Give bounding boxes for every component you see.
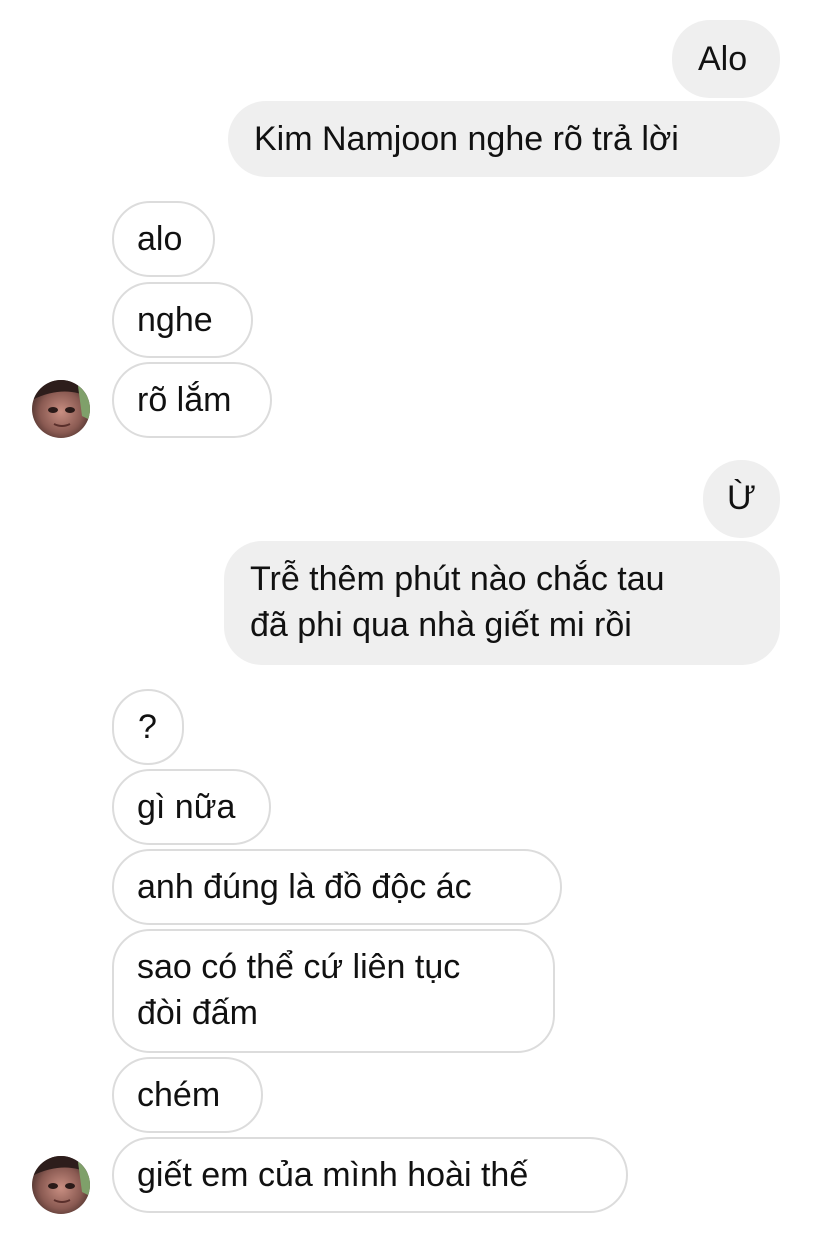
incoming-message[interactable]: chém <box>112 1057 263 1133</box>
incoming-message[interactable]: alo <box>112 201 215 277</box>
message-text: alo <box>137 220 183 258</box>
incoming-message[interactable]: rõ lắm <box>112 362 272 438</box>
contact-avatar[interactable] <box>32 380 90 438</box>
message-text: giết em của mình hoài thế <box>137 1156 529 1194</box>
incoming-message[interactable]: giết em của mình hoài thế <box>112 1137 628 1213</box>
outgoing-message[interactable]: Trễ thêm phút nào chắc tau đã phi qua nh… <box>224 541 780 665</box>
outgoing-message[interactable]: Kim Namjoon nghe rõ trả lời <box>228 101 780 177</box>
message-text: đòi đấm <box>137 994 258 1032</box>
message-text: rõ lắm <box>137 381 232 419</box>
outgoing-message[interactable]: Alo <box>672 20 780 98</box>
message-text: gì nữa <box>137 788 236 826</box>
message-text: Alo <box>698 40 748 78</box>
message-text: đã phi qua nhà giết mi rồi <box>250 606 632 644</box>
avatar-photo-icon <box>32 1156 90 1214</box>
avatar-photo-icon <box>32 380 90 438</box>
outgoing-message[interactable]: Ừ <box>703 460 780 538</box>
message-text: sao có thể cứ liên tục <box>137 948 461 986</box>
message-text: nghe <box>137 301 213 339</box>
incoming-message[interactable]: anh đúng là đồ độc ác <box>112 849 562 925</box>
chat-thread: Alo Kim Namjoon nghe rõ trả lời alo nghe… <box>0 0 828 1235</box>
message-text: Ừ <box>727 479 757 517</box>
message-text: anh đúng là đồ độc ác <box>137 868 472 906</box>
message-text: Trễ thêm phút nào chắc tau <box>250 560 665 598</box>
incoming-message[interactable]: nghe <box>112 282 253 358</box>
message-text: ? <box>138 708 157 746</box>
message-text: chém <box>137 1076 221 1114</box>
contact-avatar[interactable] <box>32 1156 90 1214</box>
message-text: Kim Namjoon nghe rõ trả lời <box>254 120 679 158</box>
incoming-message[interactable]: ? <box>112 689 184 765</box>
incoming-message[interactable]: sao có thể cứ liên tục đòi đấm <box>112 929 555 1053</box>
incoming-message[interactable]: gì nữa <box>112 769 271 845</box>
